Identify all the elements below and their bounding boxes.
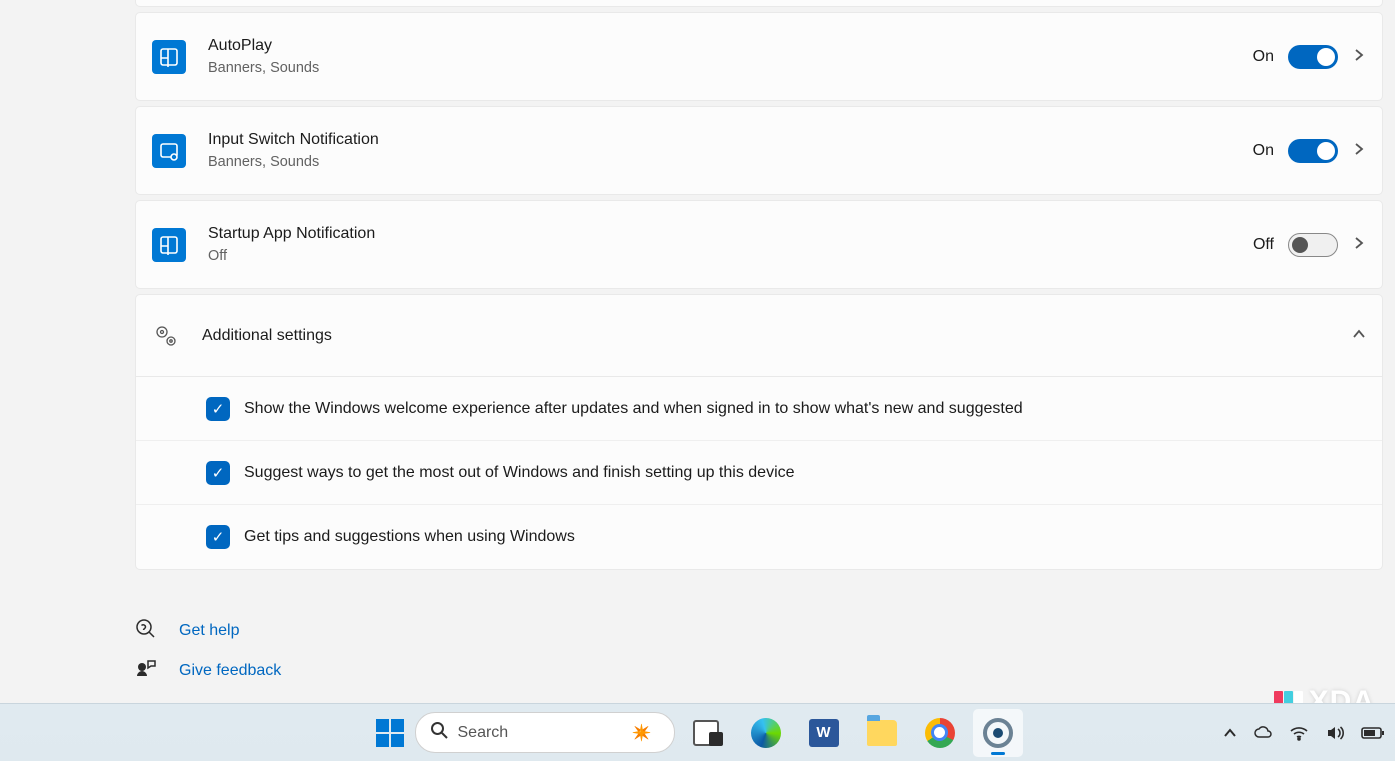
file-explorer-app[interactable]	[857, 709, 907, 757]
taskbar: Search ✴️ W	[0, 703, 1395, 761]
check-welcome-experience[interactable]: ✓ Show the Windows welcome experience af…	[136, 377, 1382, 441]
setting-subtitle: Off	[208, 246, 1253, 266]
additional-settings-card: Additional settings ✓ Show the Windows w…	[135, 294, 1383, 570]
help-icon	[135, 618, 159, 645]
link-label: Give feedback	[179, 662, 281, 680]
setting-title: Startup App Notification	[208, 223, 1253, 245]
chrome-icon	[925, 718, 955, 748]
partial-card-top	[135, 0, 1383, 7]
onedrive-icon[interactable]	[1253, 725, 1273, 741]
chevron-right-icon	[1352, 233, 1366, 256]
check-label: Suggest ways to get the most out of Wind…	[244, 464, 795, 482]
toggle-switch[interactable]	[1288, 45, 1338, 69]
input-switch-icon	[152, 134, 186, 168]
autoplay-icon	[152, 40, 186, 74]
task-view-button[interactable]	[683, 709, 733, 757]
search-placeholder: Search	[458, 724, 614, 742]
wifi-icon[interactable]	[1289, 725, 1309, 741]
additional-settings-header[interactable]: Additional settings	[136, 295, 1382, 377]
setting-autoplay[interactable]: AutoPlay Banners, Sounds On	[135, 12, 1383, 101]
feedback-icon	[135, 658, 159, 685]
check-tips-suggestions[interactable]: ✓ Get tips and suggestions when using Wi…	[136, 505, 1382, 569]
edge-app[interactable]	[741, 709, 791, 757]
check-label: Get tips and suggestions when using Wind…	[244, 528, 575, 546]
gears-icon	[152, 322, 180, 350]
task-view-icon	[693, 720, 723, 746]
gear-icon	[983, 718, 1013, 748]
battery-icon[interactable]	[1361, 726, 1385, 740]
chevron-right-icon	[1352, 139, 1366, 162]
checkbox-checked-icon[interactable]: ✓	[206, 397, 230, 421]
volume-icon[interactable]	[1325, 724, 1345, 742]
check-suggest-ways[interactable]: ✓ Suggest ways to get the most out of Wi…	[136, 441, 1382, 505]
check-label: Show the Windows welcome experience afte…	[244, 400, 1023, 418]
search-highlight-icon: ✴️	[624, 719, 660, 747]
chevron-up-icon	[1352, 324, 1366, 347]
tray-overflow-icon[interactable]	[1223, 726, 1237, 740]
search-icon	[430, 721, 448, 744]
checkbox-checked-icon[interactable]: ✓	[206, 525, 230, 549]
folder-icon	[867, 720, 897, 746]
setting-title: Input Switch Notification	[208, 129, 1253, 151]
setting-input-switch[interactable]: Input Switch Notification Banners, Sound…	[135, 106, 1383, 195]
system-tray	[1223, 724, 1385, 742]
chrome-app[interactable]	[915, 709, 965, 757]
toggle-state-label: Off	[1253, 236, 1274, 254]
taskbar-search[interactable]: Search ✴️	[415, 712, 675, 753]
checkbox-checked-icon[interactable]: ✓	[206, 461, 230, 485]
setting-startup-app[interactable]: Startup App Notification Off Off	[135, 200, 1383, 289]
startup-app-icon	[152, 228, 186, 262]
toggle-state-label: On	[1253, 48, 1274, 66]
start-button[interactable]	[373, 716, 407, 750]
setting-subtitle: Banners, Sounds	[208, 152, 1253, 172]
link-label: Get help	[179, 622, 239, 640]
word-icon: W	[809, 719, 839, 747]
windows-logo-icon	[376, 719, 404, 747]
settings-app[interactable]	[973, 709, 1023, 757]
toggle-switch[interactable]	[1288, 139, 1338, 163]
toggle-switch[interactable]	[1288, 233, 1338, 257]
setting-subtitle: Banners, Sounds	[208, 58, 1253, 78]
give-feedback-link[interactable]: Give feedback	[135, 651, 1383, 691]
word-app[interactable]: W	[799, 709, 849, 757]
toggle-state-label: On	[1253, 142, 1274, 160]
chevron-right-icon	[1352, 45, 1366, 68]
get-help-link[interactable]: Get help	[135, 611, 1383, 651]
additional-settings-title: Additional settings	[202, 327, 1352, 345]
setting-title: AutoPlay	[208, 35, 1253, 57]
edge-icon	[751, 718, 781, 748]
